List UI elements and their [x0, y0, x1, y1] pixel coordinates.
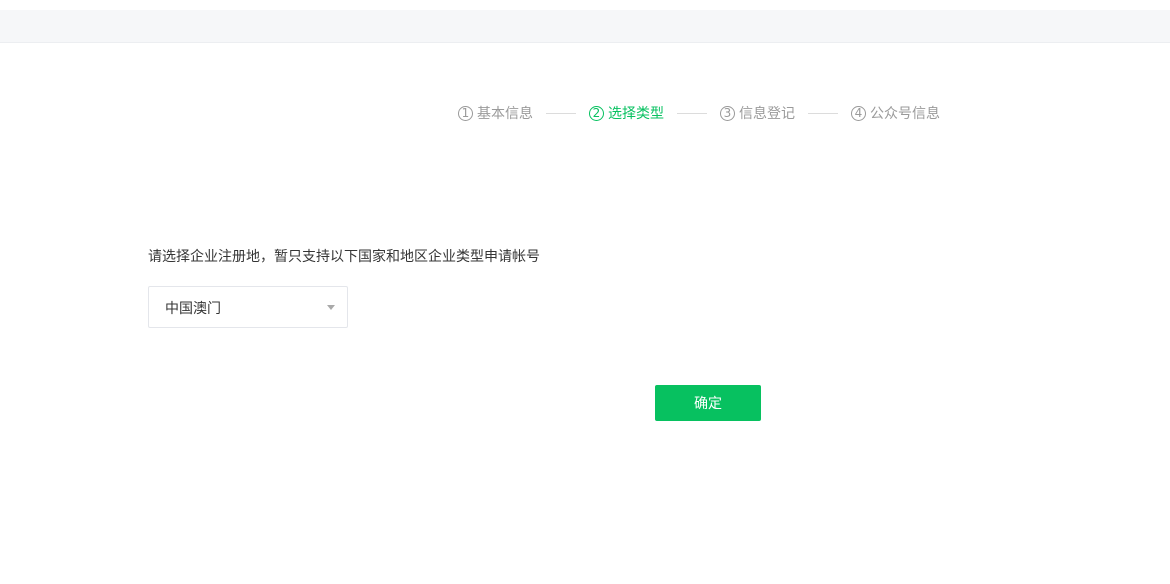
- step-account-info: 4 公众号信息: [851, 103, 940, 123]
- step-divider: [677, 112, 707, 114]
- step-label: 基本信息: [477, 106, 533, 122]
- page: 1 基本信息 2 选择类型 3 信息登记 4 公众号信息 请选择企业注册地，暂只…: [0, 0, 1170, 584]
- step-indicator: 1 基本信息 2 选择类型 3 信息登记 4 公众号信息: [458, 102, 940, 124]
- top-header-bar: [0, 10, 1170, 43]
- step-number: 1: [458, 105, 473, 121]
- step-number: 2: [589, 105, 604, 121]
- region-select-value: 中国澳门: [165, 301, 221, 317]
- step-divider: [808, 112, 838, 114]
- step-label: 选择类型: [608, 106, 664, 122]
- step-number: 4: [851, 105, 866, 121]
- step-label: 信息登记: [739, 106, 795, 122]
- step-basic-info: 1 基本信息: [458, 103, 533, 123]
- step-select-type: 2 选择类型: [589, 103, 664, 123]
- step-number: 3: [720, 105, 735, 121]
- region-select[interactable]: 中国澳门: [148, 286, 348, 328]
- step-label: 公众号信息: [870, 106, 940, 122]
- region-prompt: 请选择企业注册地，暂只支持以下国家和地区企业类型申请帐号: [148, 249, 540, 265]
- chevron-down-icon: [327, 305, 335, 310]
- step-divider: [546, 112, 576, 114]
- step-info-registration: 3 信息登记: [720, 103, 795, 123]
- confirm-button[interactable]: 确定: [655, 385, 761, 421]
